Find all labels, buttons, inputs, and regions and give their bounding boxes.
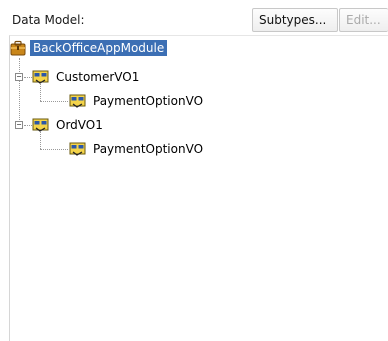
edit-button[interactable]: Edit... [339, 8, 388, 32]
tree-connector [24, 125, 32, 126]
tree-node-label: PaymentOptionVO [93, 142, 204, 156]
tree-root-node[interactable]: BackOfficeAppModule [10, 38, 168, 58]
tree-node-paymentoptionvo[interactable]: PaymentOptionVO [69, 91, 206, 111]
tree-node-label: CustomerVO1 [56, 70, 140, 84]
view-link-icon [69, 142, 86, 156]
tree-node-customervo1[interactable]: CustomerVO1 [32, 67, 142, 87]
subtypes-button[interactable]: Subtypes... [252, 8, 338, 32]
tree-node-label: PaymentOptionVO [93, 94, 204, 108]
tree-node-paymentoptionvo[interactable]: PaymentOptionVO [69, 139, 206, 159]
collapse-toggle-icon[interactable]: − [15, 73, 23, 81]
tree-node-label: BackOfficeAppModule [30, 40, 168, 56]
tree-node-ordvo1[interactable]: OrdVO1 [32, 115, 106, 135]
tree-connector [19, 58, 20, 124]
tree-connector [40, 101, 68, 102]
tree-node-label: OrdVO1 [56, 118, 103, 132]
data-model-header-label: Data Model: [12, 13, 85, 27]
view-object-icon [32, 118, 49, 132]
application-module-icon [10, 40, 26, 56]
tree-connector [40, 149, 68, 150]
collapse-toggle-icon[interactable]: − [15, 121, 23, 129]
data-model-tree[interactable]: BackOfficeAppModule − CustomerVO1 Paymen… [9, 35, 388, 341]
view-object-icon [32, 70, 49, 84]
view-link-icon [69, 94, 86, 108]
tree-connector [24, 77, 32, 78]
